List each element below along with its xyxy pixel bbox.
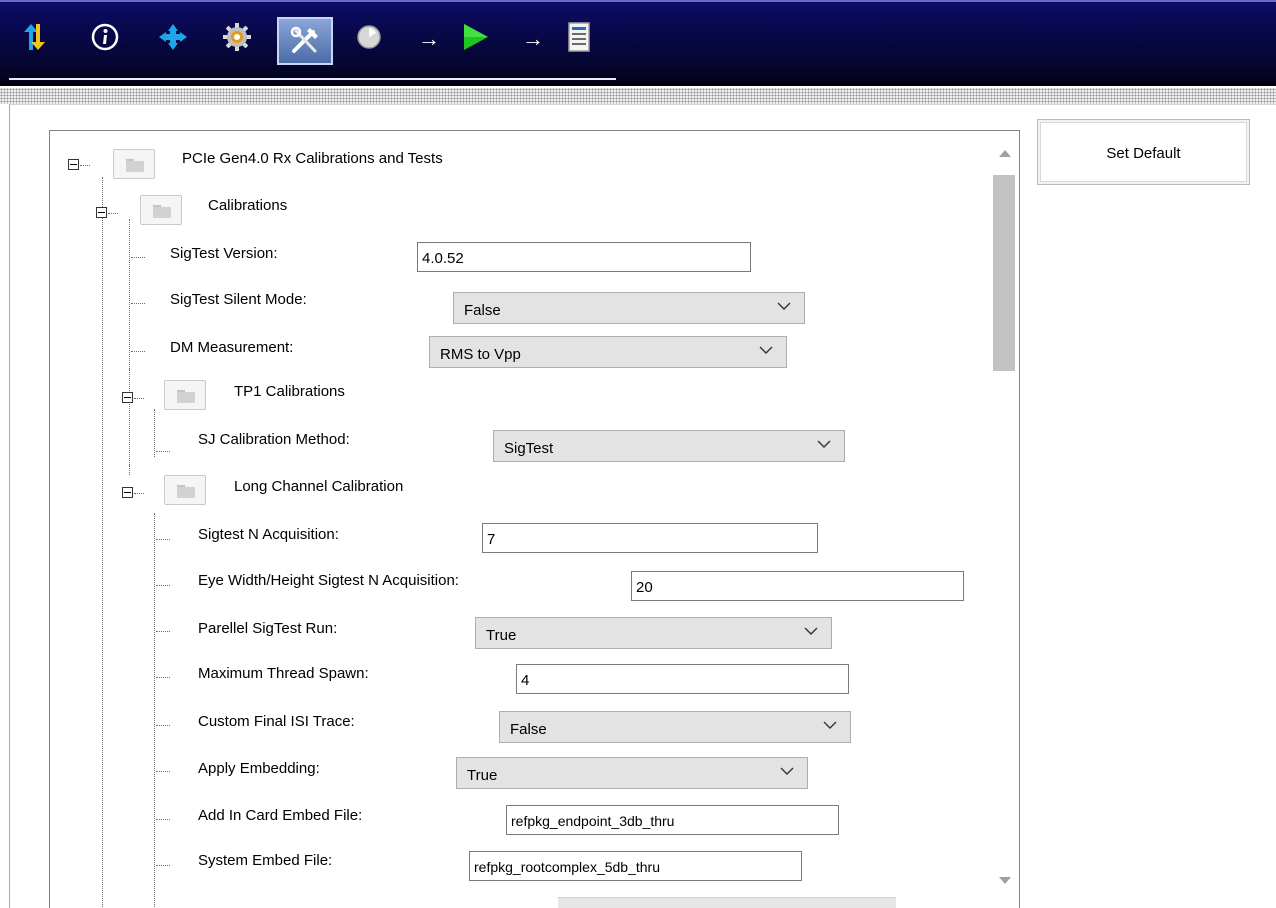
add-in-card-embed-file-input[interactable]: refpkg_endpoint_3db_thru (506, 805, 839, 835)
tree-line (154, 409, 155, 457)
dropdown-value: False (464, 302, 501, 319)
tp1-calibrations-label[interactable]: TP1 Calibrations (234, 383, 345, 400)
toolbar: → → (0, 0, 1276, 86)
apply-embedding-label: Apply Embedding: (198, 760, 320, 777)
report-icon[interactable] (562, 20, 596, 54)
parallel-sigtest-run-label: Parellel SigTest Run: (198, 620, 338, 637)
eye-width-height-acquisition-input[interactable]: 20 (631, 571, 964, 601)
scroll-thumb[interactable] (993, 175, 1015, 371)
tree-line (134, 398, 144, 399)
maximum-thread-spawn-input[interactable]: 4 (516, 664, 849, 694)
horizontal-scroll-thumb[interactable] (558, 897, 896, 908)
parallel-sigtest-run-dropdown[interactable]: True (475, 617, 832, 649)
sigtest-version-input[interactable]: 4.0.52 (417, 242, 751, 272)
chevron-down-icon (817, 440, 831, 448)
eye-width-height-acquisition-label: Eye Width/Height Sigtest N Acquisition: (198, 572, 459, 589)
long-channel-calibration-label[interactable]: Long Channel Calibration (234, 478, 403, 495)
transfer-arrows-icon[interactable] (17, 20, 51, 54)
apply-embedding-dropdown[interactable]: True (456, 757, 808, 789)
tree-line (156, 631, 170, 632)
chevron-down-icon (823, 721, 837, 729)
chevron-down-icon (780, 767, 794, 775)
tree-line (156, 451, 170, 452)
root-label[interactable]: PCIe Gen4.0 Rx Calibrations and Tests (182, 150, 443, 167)
tree-line (131, 257, 145, 258)
root-expander[interactable] (68, 159, 79, 170)
dropdown-value: SigTest (504, 440, 554, 457)
chevron-down-icon (777, 302, 791, 310)
dropdown-value: True (486, 627, 517, 644)
connection-icon[interactable] (156, 20, 190, 54)
arrow-right-icon: → (522, 26, 544, 51)
long-channel-expander[interactable] (122, 487, 133, 498)
sj-calibration-method-dropdown[interactable]: SigTest (493, 430, 845, 462)
tree-line (129, 465, 130, 475)
tree-line (154, 513, 155, 908)
chevron-down-icon (759, 346, 773, 354)
settings-tree: PCIe Gen4.0 Rx Calibrations and Tests Ca… (49, 130, 1020, 908)
sj-calibration-method-label: SJ Calibration Method: (198, 431, 350, 448)
tree-line (156, 539, 170, 540)
calibrations-label[interactable]: Calibrations (208, 197, 287, 214)
tree-line (129, 369, 130, 465)
chevron-down-icon (804, 627, 818, 635)
tree-line (131, 303, 145, 304)
tree-line (131, 351, 145, 352)
run-icon[interactable] (458, 20, 492, 54)
tree-line (156, 865, 170, 866)
tree-line (156, 771, 170, 772)
sigtest-silent-mode-label: SigTest Silent Mode: (170, 291, 307, 308)
tree-line (108, 213, 118, 214)
sigtest-version-label: SigTest Version: (170, 245, 278, 262)
dropdown-value: RMS to Vpp (440, 346, 521, 363)
dm-measurement-dropdown[interactable]: RMS to Vpp (429, 336, 787, 368)
folder-icon (164, 380, 206, 410)
sigtest-n-acquisition-input[interactable]: 7 (482, 523, 818, 553)
tree-line (102, 177, 103, 908)
custom-final-isi-trace-dropdown[interactable]: False (499, 711, 851, 743)
sigtest-n-acquisition-label: Sigtest N Acquisition: (198, 526, 339, 543)
tree-line (156, 725, 170, 726)
tree-line (156, 585, 170, 586)
folder-icon (113, 149, 155, 179)
scroll-down-arrow-icon[interactable] (999, 877, 1011, 884)
add-in-card-embed-file-label: Add In Card Embed File: (198, 807, 363, 824)
tree-line (156, 819, 170, 820)
pointer-icon[interactable] (352, 20, 386, 54)
system-embed-file-label: System Embed File: (198, 852, 333, 869)
vertical-scrollbar[interactable] (989, 131, 1019, 908)
splitter-handle[interactable] (0, 88, 1276, 104)
custom-final-isi-trace-label: Custom Final ISI Trace: (198, 713, 355, 730)
calibrations-expander[interactable] (96, 207, 107, 218)
dropdown-value: True (467, 767, 498, 784)
dropdown-value: False (510, 721, 547, 738)
folder-icon (140, 195, 182, 225)
set-default-button[interactable]: Set Default (1037, 119, 1250, 185)
scroll-up-arrow-icon[interactable] (999, 150, 1011, 157)
dm-measurement-label: DM Measurement: (170, 339, 294, 356)
maximum-thread-spawn-label: Maximum Thread Spawn: (198, 665, 369, 682)
tools-icon[interactable] (277, 17, 333, 65)
tree-line (80, 165, 90, 166)
tree-line (134, 493, 144, 494)
system-embed-file-input[interactable]: refpkg_rootcomplex_5db_thru (469, 851, 802, 881)
tp1-expander[interactable] (122, 392, 133, 403)
sigtest-silent-mode-dropdown[interactable]: False (453, 292, 805, 324)
tree-line (129, 219, 130, 369)
settings-gear-icon[interactable] (220, 20, 254, 54)
toolbar-underline (9, 78, 616, 80)
tree-line (156, 677, 170, 678)
arrow-right-icon: → (418, 26, 440, 51)
folder-icon (164, 475, 206, 505)
info-icon[interactable] (88, 20, 122, 54)
